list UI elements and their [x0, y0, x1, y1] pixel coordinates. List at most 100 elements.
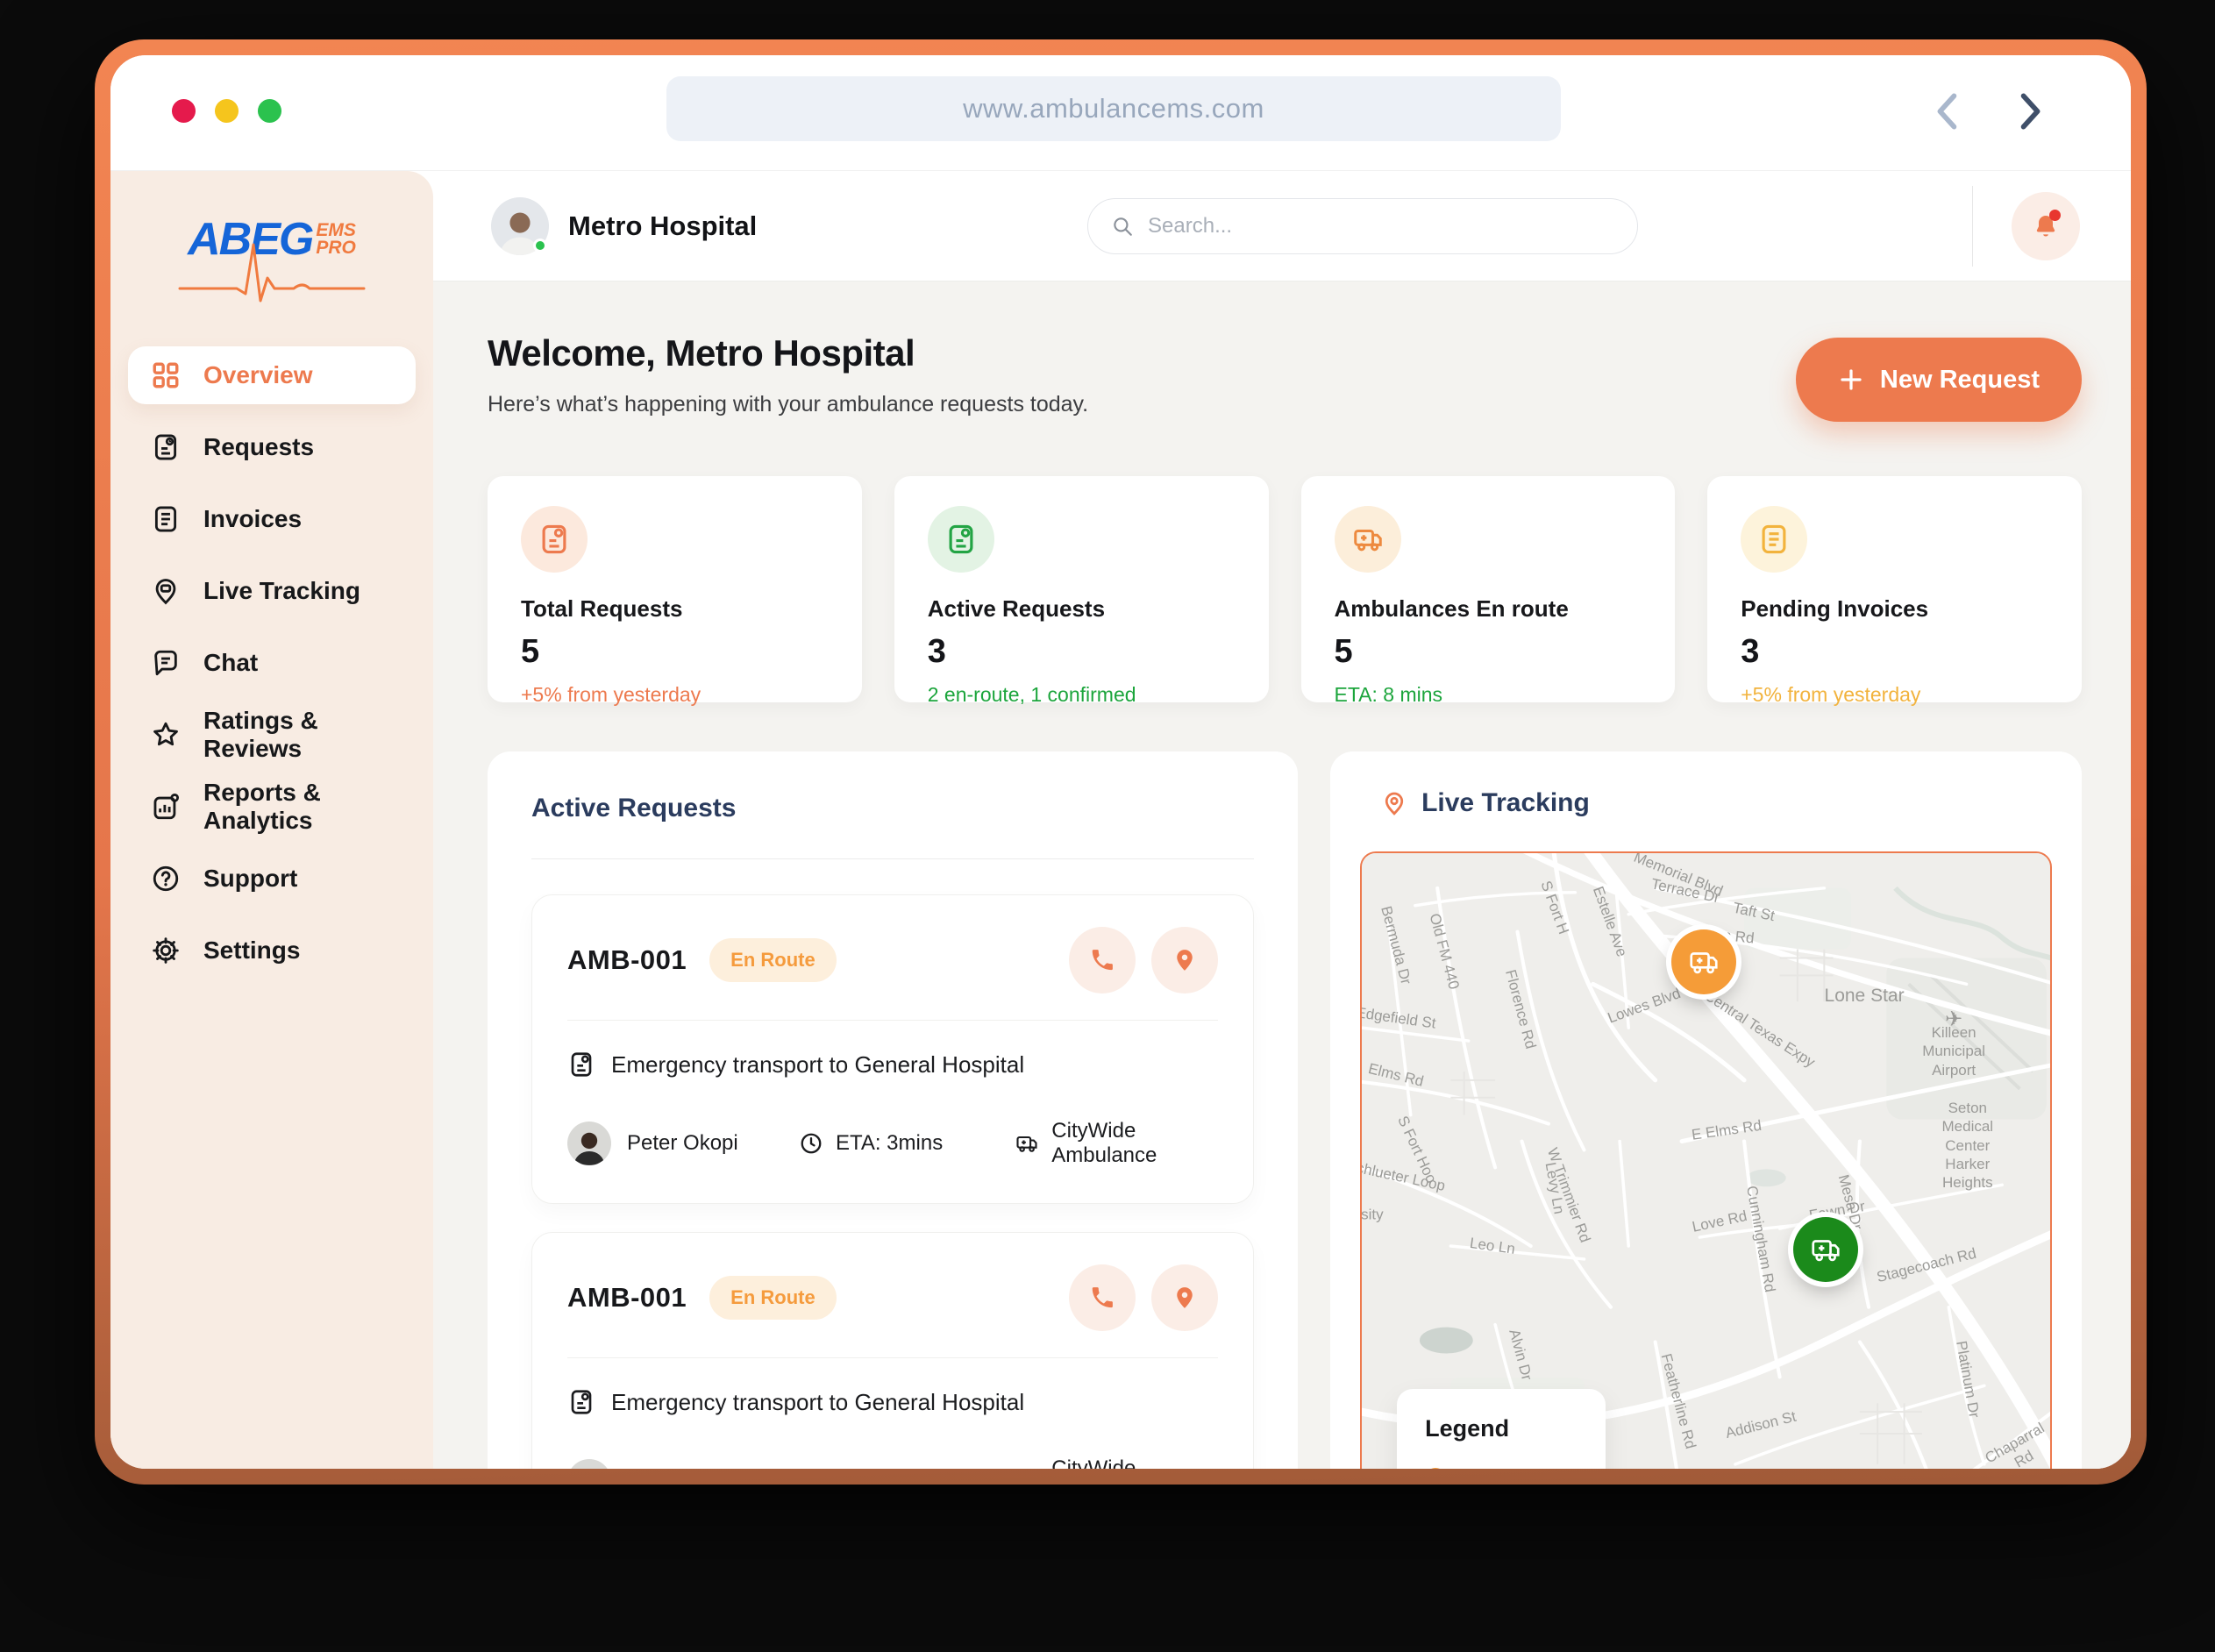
map-label: Lone Star: [1824, 985, 1905, 1006]
plus-icon: [1841, 369, 1862, 390]
browser-window: www.ambulancems.com ABEG EMS PRO Overvie…: [95, 39, 2147, 1485]
document-clock-icon: [542, 524, 566, 554]
header-divider: [1972, 185, 1973, 267]
sidebar-item-label: Invoices: [203, 505, 303, 532]
logo-abeg-text: ABEG: [188, 214, 314, 265]
stat-value: 3: [1741, 633, 1760, 670]
locate-button[interactable]: [1151, 927, 1219, 993]
new-request-label: New Request: [1879, 365, 2040, 394]
search-icon: [1114, 217, 1132, 236]
stat-value: 3: [927, 633, 946, 670]
stats-row: Total Requests 5 +5% from yesterday Acti…: [488, 476, 2082, 706]
chat-icon: [154, 650, 177, 676]
map-label: Killeen Municipal Airport: [1922, 1024, 1986, 1079]
sidebar-item-chat[interactable]: Chat: [128, 634, 416, 692]
call-button[interactable]: [1069, 1264, 1136, 1331]
stat-value: 5: [1334, 633, 1353, 670]
ambulance-icon: [1353, 529, 1382, 552]
abeg-ems-pro-logo: ABEG EMS PRO: [162, 214, 381, 303]
sidebar-item-settings[interactable]: Settings: [128, 922, 416, 979]
logo-pro-text: PRO: [316, 237, 356, 258]
minimize-window-button[interactable]: [215, 99, 239, 123]
sidebar-item-live-tracking[interactable]: Live Tracking: [128, 562, 416, 620]
legend-item-en-route: En Route: [1425, 1465, 1578, 1469]
locate-button[interactable]: [1151, 1264, 1219, 1331]
zoom-window-button[interactable]: [258, 99, 281, 123]
browser-topbar: www.ambulancems.com: [110, 55, 2131, 171]
stat-card-pending-invoices: Pending Invoices 3 +5% from yesterday: [1707, 476, 2082, 706]
document-icon: [154, 434, 177, 460]
driver-name: Peter Okopi: [627, 1131, 738, 1155]
request-id: AMB-001: [567, 944, 687, 975]
location-pin-icon: [1385, 792, 1404, 815]
sidebar-item-label: Live Tracking: [203, 577, 360, 604]
live-tracking-map[interactable]: S Fort H Old FM 440 Bermuda Dr Edgefield St…: [1360, 851, 2052, 1469]
request-list: AMB-001 En Route Emergency transport to …: [531, 894, 1255, 1469]
document-icon: [571, 1052, 592, 1077]
sidebar-item-overview[interactable]: Overview: [128, 346, 416, 404]
call-button[interactable]: [1069, 927, 1136, 993]
gear-icon: [153, 937, 179, 964]
driver-avatar: [567, 1122, 611, 1165]
new-request-button[interactable]: New Request: [1795, 338, 2082, 422]
org-name: Metro Hospital: [568, 210, 758, 241]
notifications-button[interactable]: [2012, 191, 2080, 260]
document-icon: [571, 1390, 592, 1414]
map-label: sity: [1361, 1206, 1384, 1223]
status-badge: En Route: [709, 938, 837, 982]
request-card: AMB-001 En Route Emergency transport to …: [531, 1232, 1255, 1469]
stat-label: Active Requests: [927, 595, 1106, 622]
sidebar-item-invoices[interactable]: Invoices: [128, 490, 416, 548]
phone-icon: [1092, 1287, 1113, 1308]
main-area: Metro Hospital Welcome, Metro Hospital H…: [433, 171, 2131, 1469]
window-controls: [172, 99, 281, 123]
page-subtitle: Here’s what’s happening with your ambula…: [488, 392, 1089, 417]
map-label: Seton Medical Center Harker Heights: [1941, 1099, 1994, 1191]
close-window-button[interactable]: [172, 99, 196, 123]
stat-card-active-requests: Active Requests 3 2 en-route, 1 confirme…: [894, 476, 1269, 706]
map-pin-icon: [155, 579, 176, 605]
stat-label: Total Requests: [521, 595, 683, 622]
live-tracking-panel: Live Tracking S Fort H Old FM 440 Bermud…: [1330, 751, 2082, 1469]
request-description: Emergency transport to General Hospital: [611, 1050, 1025, 1078]
request-eta: ETA: 3mins: [835, 1131, 944, 1155]
request-id: AMB-001: [567, 1282, 687, 1313]
notification-badge: [2049, 209, 2061, 221]
stat-value: 5: [521, 633, 540, 670]
sidebar-item-label: Ratings & Reviews: [203, 707, 318, 762]
sidebar-item-requests[interactable]: Requests: [128, 418, 416, 476]
logo-ems-text: EMS: [316, 220, 356, 240]
ambulance-icon: [1812, 1240, 1840, 1262]
location-pin-icon: [1177, 1287, 1193, 1308]
ambulance-marker-confirmed[interactable]: [1793, 1217, 1859, 1282]
request-provider: CityWide Ambulance: [1051, 1456, 1136, 1469]
back-button[interactable]: [1931, 90, 1966, 137]
sidebar-nav: Overview Requests Invoices Live Tracking…: [110, 346, 433, 979]
live-tracking-title: Live Tracking: [1421, 788, 1590, 817]
divider: [567, 1020, 1219, 1021]
request-card: AMB-001 En Route Emergency transport to …: [531, 894, 1255, 1204]
ambulance-icon: [1690, 952, 1718, 974]
sidebar-item-label: Requests: [203, 433, 315, 460]
sidebar-item-support[interactable]: Support: [128, 850, 416, 908]
address-bar[interactable]: www.ambulancems.com: [666, 76, 1561, 141]
url-text: www.ambulancems.com: [963, 93, 1264, 124]
search-bar[interactable]: [1087, 197, 1638, 254]
stat-note: +5% from yesterday: [1741, 683, 1921, 706]
online-status-dot: [533, 238, 547, 253]
sidebar-item-ratings-reviews[interactable]: Ratings & Reviews: [128, 706, 416, 764]
ambulance-icon: [1016, 1136, 1037, 1152]
sidebar-item-label: Settings: [203, 936, 301, 964]
stat-label: Ambulances En route: [1334, 595, 1569, 622]
search-input[interactable]: [1146, 212, 1614, 239]
sidebar-item-label: Chat: [203, 649, 259, 676]
divider: [567, 1357, 1219, 1358]
sidebar: ABEG EMS PRO Overview Requests Invoices …: [110, 171, 433, 1469]
invoice-icon: [154, 506, 177, 532]
forward-button[interactable]: [2012, 90, 2047, 137]
sidebar-item-reports-analytics[interactable]: Reports & Analytics: [128, 778, 416, 836]
stat-note: +5% from yesterday: [521, 683, 702, 706]
ambulance-marker-en-route[interactable]: [1671, 929, 1737, 994]
dashboard-content: Welcome, Metro Hospital Here’s what’s ha…: [433, 281, 2131, 1469]
location-pin-icon: [1177, 950, 1193, 971]
